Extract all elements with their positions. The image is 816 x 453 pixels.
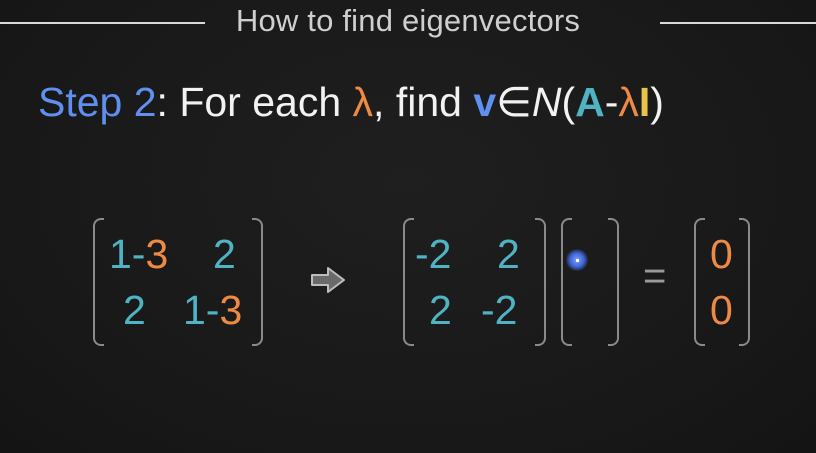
step-text-2: , find <box>373 79 474 125</box>
minus-sign: - <box>604 79 619 125</box>
bracket-left <box>561 218 572 346</box>
matrix2-r1c2: 2 <box>497 231 520 277</box>
identity-i: I <box>638 79 651 125</box>
lambda-symbol-2: λ <box>618 79 639 125</box>
matrix1-r1c1: 1-3 <box>109 231 169 277</box>
bracket-right <box>739 218 750 346</box>
unknown-vector <box>561 218 619 346</box>
step-label: Step 2 <box>38 79 157 125</box>
element-of-symbol: ∈ <box>496 79 532 125</box>
matrix-numeric: -2 2 2 -2 <box>403 218 546 346</box>
matrix1-r2c1: 2 <box>123 287 146 333</box>
right-arrow-icon <box>311 267 345 293</box>
open-paren: ( <box>561 79 576 125</box>
zero-r2: 0 <box>710 287 733 333</box>
vector-v: v <box>473 79 497 125</box>
bracket-right <box>535 218 546 346</box>
lambda-symbol: λ <box>352 79 374 125</box>
bracket-right <box>608 218 619 346</box>
equals-sign: = <box>643 254 667 298</box>
slide-title: How to find eigenvectors <box>235 3 581 38</box>
zero-vector: 0 0 <box>694 218 750 346</box>
title-row: How to find eigenvectors <box>0 0 816 46</box>
bracket-right <box>252 218 263 346</box>
bracket-left <box>403 218 414 346</box>
step-text-1: : For each <box>156 79 353 125</box>
matrix1-r2c2: 1-3 <box>183 287 243 333</box>
pointer-dot <box>576 259 579 262</box>
zero-r1: 0 <box>710 231 733 277</box>
matrix2-r1c1: -2 <box>415 231 452 277</box>
matrix2-r2c1: 2 <box>429 287 452 333</box>
step-heading: Step 2: For each λ, find v∈N(A-λI) <box>38 78 664 126</box>
matrix-a-minus-lambda: 1-3 2 2 1-3 <box>93 218 263 346</box>
bracket-left <box>694 218 705 346</box>
bracket-left <box>93 218 104 346</box>
title-divider-right <box>660 22 816 24</box>
null-space-n: N <box>531 79 562 125</box>
matrix1-r1c2: 2 <box>213 231 236 277</box>
matrix-a: A <box>575 79 605 125</box>
close-paren: ) <box>650 79 664 125</box>
matrix2-r2c2: -2 <box>481 287 518 333</box>
